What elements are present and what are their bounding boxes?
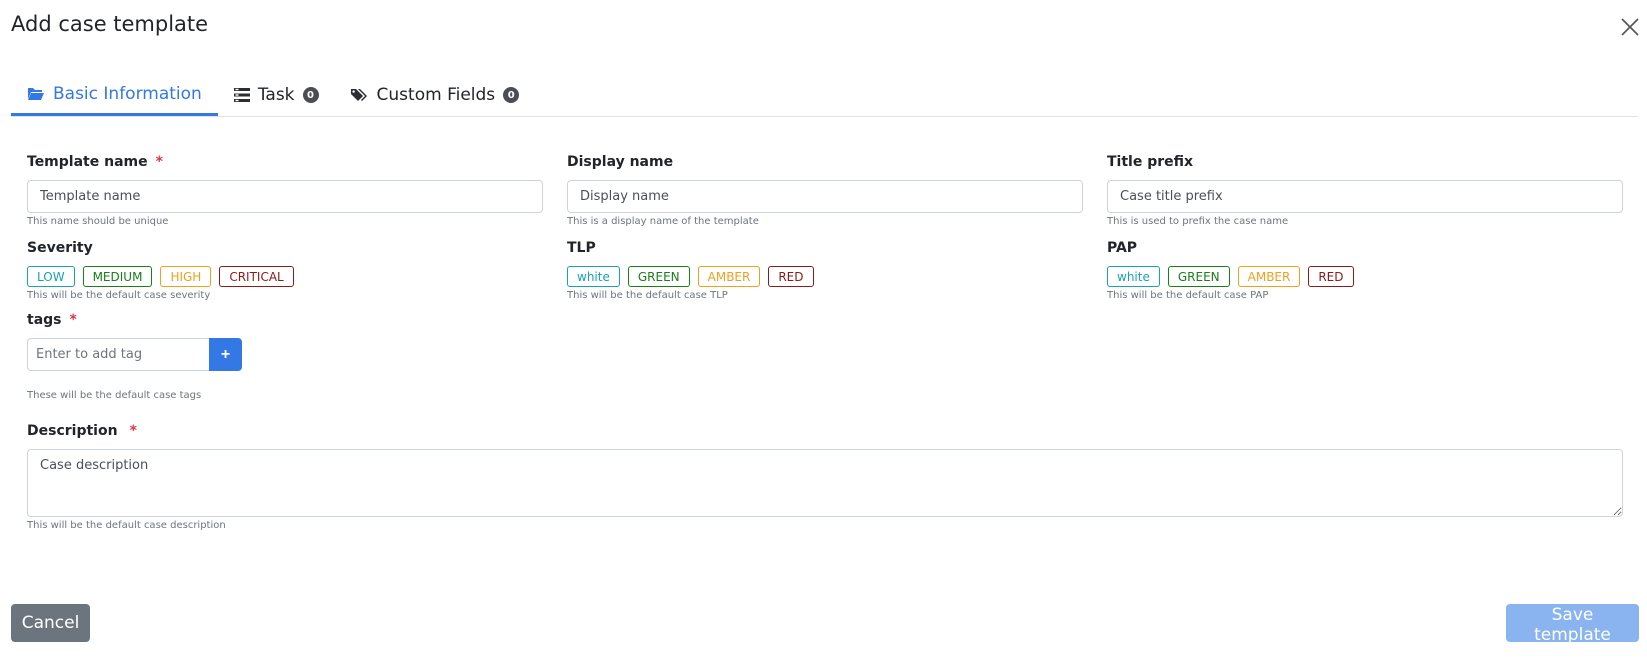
tags-icon — [350, 88, 369, 102]
tlp-amber-button[interactable]: AMBER — [697, 266, 761, 287]
pap-green-button[interactable]: GREEN — [1167, 266, 1230, 287]
tlp-hint: This will be the default case TLP — [567, 290, 728, 301]
tab-basic-information[interactable]: Basic Information — [11, 74, 218, 116]
display-name-label: Display name — [567, 154, 674, 170]
severity-field: Severity LOW MEDIUM HIGH CRITICAL This w… — [27, 239, 294, 301]
severity-medium-button[interactable]: MEDIUM — [82, 266, 153, 287]
required-marker: * — [155, 154, 163, 170]
task-count-badge: 0 — [302, 87, 319, 103]
tlp-red-button[interactable]: RED — [768, 266, 814, 287]
cancel-button[interactable]: Cancel — [11, 604, 90, 642]
title-prefix-label: Title prefix — [1107, 154, 1194, 170]
title-prefix-field: Title prefix This is used to prefix the … — [1107, 153, 1623, 227]
template-name-hint: This name should be unique — [27, 216, 169, 227]
pap-hint: This will be the default case PAP — [1107, 290, 1269, 301]
required-marker: * — [129, 423, 137, 439]
tab-custom-fields-label: Custom Fields — [376, 85, 496, 105]
close-icon — [1621, 18, 1639, 36]
severity-high-button[interactable]: HIGH — [160, 266, 212, 287]
severity-low-button[interactable]: LOW — [27, 266, 75, 287]
tab-task-label: Task — [257, 85, 295, 105]
custom-fields-count-badge: 0 — [503, 87, 520, 103]
tags-label: tags — [27, 312, 62, 328]
description-hint: This will be the default case descriptio… — [27, 520, 226, 531]
tab-custom-fields[interactable]: Custom Fields 0 — [335, 74, 536, 116]
template-name-field: Template name * This name should be uniq… — [27, 153, 543, 227]
tasks-icon — [233, 88, 250, 102]
template-name-label: Template name — [27, 154, 148, 170]
tab-basic-information-label: Basic Information — [53, 83, 202, 104]
display-name-hint: This is a display name of the template — [567, 216, 759, 227]
description-textarea[interactable] — [27, 449, 1623, 517]
severity-hint: This will be the default case severity — [27, 290, 211, 301]
folder-open-icon — [27, 86, 45, 101]
template-name-input[interactable] — [27, 180, 543, 213]
pap-options: white GREEN AMBER RED — [1107, 266, 1354, 287]
modal-title: Add case template — [11, 12, 209, 36]
title-prefix-hint: This is used to prefix the case name — [1107, 216, 1289, 227]
close-button[interactable] — [1619, 16, 1641, 38]
display-name-field: Display name This is a display name of t… — [567, 153, 1083, 227]
severity-label: Severity — [27, 240, 93, 256]
severity-options: LOW MEDIUM HIGH CRITICAL — [27, 266, 294, 287]
tab-task[interactable]: Task 0 — [218, 74, 335, 116]
tlp-white-button[interactable]: white — [567, 266, 620, 287]
pap-amber-button[interactable]: AMBER — [1237, 266, 1301, 287]
pap-label: PAP — [1107, 240, 1138, 256]
tlp-green-button[interactable]: GREEN — [627, 266, 690, 287]
tab-bar: Basic Information Task 0 Custom Fields 0 — [11, 74, 1638, 117]
title-prefix-input[interactable] — [1107, 180, 1623, 213]
save-template-button[interactable]: Save template — [1506, 604, 1639, 645]
pap-red-button[interactable]: RED — [1308, 266, 1354, 287]
severity-critical-button[interactable]: CRITICAL — [219, 266, 294, 287]
tag-input-group: + — [27, 338, 242, 371]
pap-white-button[interactable]: white — [1107, 266, 1160, 287]
pap-field: PAP white GREEN AMBER RED This will be t… — [1107, 239, 1354, 301]
description-field: Description * This will be the default c… — [27, 422, 1623, 531]
tlp-label: TLP — [567, 240, 596, 256]
add-tag-button[interactable]: + — [209, 338, 242, 371]
tags-field: tags * + These will be the default case … — [27, 311, 242, 401]
display-name-input[interactable] — [567, 180, 1083, 213]
tlp-field: TLP white GREEN AMBER RED This will be t… — [567, 239, 814, 301]
description-label: Description — [27, 423, 118, 439]
tag-input[interactable] — [27, 338, 209, 371]
tlp-options: white GREEN AMBER RED — [567, 266, 814, 287]
required-marker: * — [69, 312, 77, 328]
tags-hint: These will be the default case tags — [27, 390, 202, 401]
